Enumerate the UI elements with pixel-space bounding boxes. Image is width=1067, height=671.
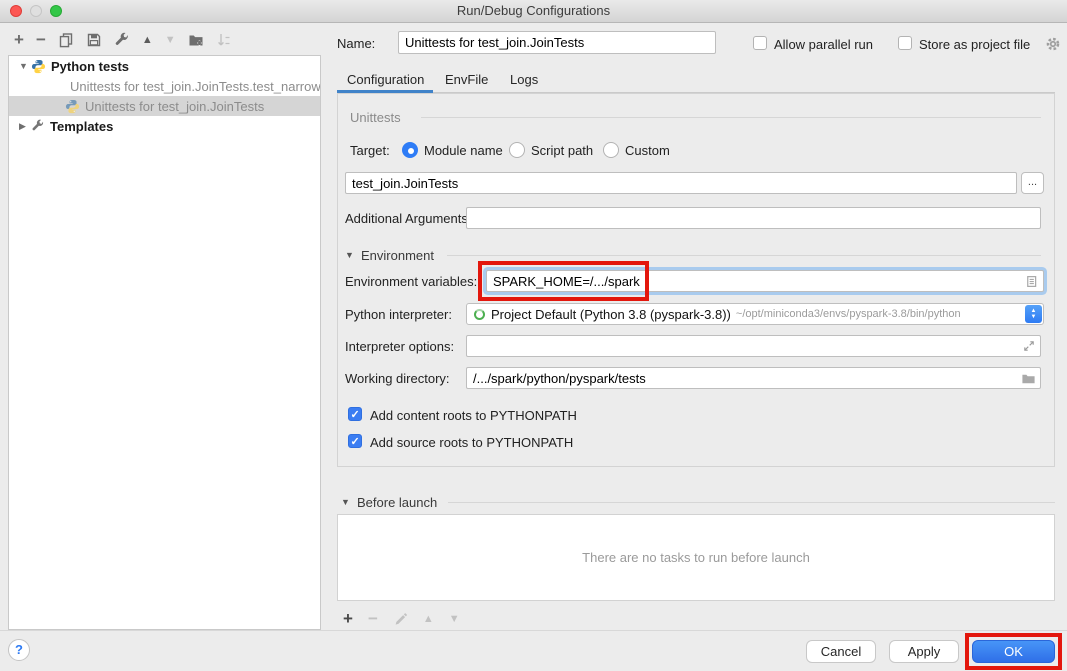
before-launch-toolbar: + − xyxy=(343,610,460,628)
additional-arguments-input[interactable] xyxy=(466,207,1041,229)
combo-spinner-icon[interactable] xyxy=(1025,305,1042,323)
tree-item-label: Python tests xyxy=(51,59,129,74)
new-folder-icon[interactable] xyxy=(188,32,204,48)
edit-task-icon xyxy=(393,612,408,627)
window-title: Run/Debug Configurations xyxy=(0,0,1067,22)
tree-item-label: Templates xyxy=(50,119,113,134)
radio-custom[interactable] xyxy=(603,142,619,158)
radio-custom-label[interactable]: Custom xyxy=(625,143,670,158)
target-label: Target: xyxy=(350,143,390,158)
tree-item-unittests-jointests[interactable]: Unittests for test_join.JoinTests xyxy=(9,96,320,116)
zoom-window-button[interactable] xyxy=(50,5,62,17)
move-task-down-icon xyxy=(449,611,460,627)
help-button[interactable]: ? xyxy=(8,639,30,661)
add-source-roots-checkbox[interactable] xyxy=(348,434,362,448)
save-configuration-icon[interactable] xyxy=(86,32,102,48)
tree-item-label: Unittests for test_join.JoinTests.test_n… xyxy=(70,79,320,94)
before-launch-title[interactable]: Before launch xyxy=(357,495,437,510)
remove-configuration-icon[interactable]: − xyxy=(36,32,46,48)
add-source-roots-label[interactable]: Add source roots to PYTHONPATH xyxy=(370,435,573,450)
move-up-icon[interactable] xyxy=(142,32,153,48)
sort-configurations-icon xyxy=(216,32,232,48)
cancel-button[interactable]: Cancel xyxy=(806,640,876,663)
edit-templates-icon[interactable] xyxy=(114,32,130,48)
edit-env-vars-icon[interactable] xyxy=(1024,274,1039,289)
no-tasks-message: There are no tasks to run before launch xyxy=(582,550,810,565)
environment-variables-label: Environment variables: xyxy=(345,274,477,289)
radio-script-path[interactable] xyxy=(509,142,525,158)
conda-environment-icon xyxy=(474,309,485,320)
environment-collapse-icon[interactable] xyxy=(345,250,354,260)
interpreter-options-label: Interpreter options: xyxy=(345,339,454,354)
help-question-icon: ? xyxy=(15,642,23,657)
minimize-window-button xyxy=(30,5,42,17)
tab-logs[interactable]: Logs xyxy=(510,72,538,87)
tab-envfile[interactable]: EnvFile xyxy=(445,72,488,87)
title-bar: Run/Debug Configurations xyxy=(0,0,1067,23)
python-interpreter-value: Project Default (Python 3.8 (pyspark-3.8… xyxy=(491,307,731,322)
collapse-arrow-icon[interactable] xyxy=(19,61,31,71)
working-directory-input[interactable] xyxy=(466,367,1041,389)
templates-wrench-icon xyxy=(31,119,45,133)
browse-module-button[interactable]: ... xyxy=(1021,172,1044,194)
name-label: Name: xyxy=(337,36,375,51)
run-debug-configurations-dialog: Run/Debug Configurations + − Python test… xyxy=(0,0,1067,671)
module-name-input[interactable] xyxy=(345,172,1017,194)
footer-divider xyxy=(0,630,1067,631)
interpreter-options-input[interactable] xyxy=(466,335,1041,357)
close-window-button[interactable] xyxy=(10,5,22,17)
tree-item-label: Unittests for test_join.JoinTests xyxy=(85,99,264,114)
apply-button[interactable]: Apply xyxy=(889,640,959,663)
python-interpreter-label: Python interpreter: xyxy=(345,307,452,322)
working-directory-label: Working directory: xyxy=(345,371,450,386)
configurations-toolbar: + − xyxy=(14,31,232,49)
section-divider xyxy=(447,255,1041,256)
allow-parallel-run-label[interactable]: Allow parallel run xyxy=(774,37,873,52)
remove-task-icon: − xyxy=(368,611,378,627)
add-content-roots-label[interactable]: Add content roots to PYTHONPATH xyxy=(370,408,577,423)
before-launch-collapse-icon[interactable] xyxy=(341,497,350,507)
environment-section-title[interactable]: Environment xyxy=(361,248,434,263)
radio-module-name[interactable] xyxy=(402,142,418,158)
store-as-project-file-checkbox[interactable] xyxy=(898,36,912,50)
python-tests-icon xyxy=(31,59,46,74)
python-test-icon xyxy=(65,99,80,114)
allow-parallel-run-checkbox[interactable] xyxy=(753,36,767,50)
unittests-section-title: Unittests xyxy=(350,110,401,125)
expand-field-icon[interactable] xyxy=(1022,339,1036,353)
tree-item-unittests-test-narrow[interactable]: Unittests for test_join.JoinTests.test_n… xyxy=(9,76,320,96)
move-down-icon xyxy=(165,32,176,48)
add-task-icon[interactable]: + xyxy=(343,611,353,627)
environment-variables-input[interactable] xyxy=(486,270,1044,292)
expand-arrow-icon[interactable] xyxy=(19,121,31,132)
tab-configuration[interactable]: Configuration xyxy=(347,72,424,87)
additional-arguments-label: Additional Arguments: xyxy=(345,211,471,226)
move-task-up-icon xyxy=(423,611,434,627)
tree-group-templates[interactable]: Templates xyxy=(9,116,320,136)
radio-script-path-label[interactable]: Script path xyxy=(531,143,593,158)
python-interpreter-select[interactable]: Project Default (Python 3.8 (pyspark-3.8… xyxy=(466,303,1044,325)
name-input[interactable] xyxy=(398,31,716,54)
before-launch-tasks-list: There are no tasks to run before launch xyxy=(337,514,1055,601)
add-configuration-icon[interactable]: + xyxy=(14,32,24,48)
browse-folder-icon[interactable] xyxy=(1021,371,1036,386)
section-divider xyxy=(421,117,1041,118)
copy-configuration-icon[interactable] xyxy=(58,32,74,48)
section-divider xyxy=(448,502,1055,503)
python-interpreter-path: ~/opt/miniconda3/envs/pyspark-3.8/bin/py… xyxy=(736,308,961,320)
tree-group-python-tests[interactable]: Python tests xyxy=(9,56,320,76)
store-as-project-file-label[interactable]: Store as project file xyxy=(919,37,1030,52)
ok-button[interactable]: OK xyxy=(972,640,1055,663)
add-content-roots-checkbox[interactable] xyxy=(348,407,362,421)
store-options-gear-icon[interactable] xyxy=(1045,36,1061,52)
radio-module-name-label[interactable]: Module name xyxy=(424,143,503,158)
configurations-tree: Python tests Unittests for test_join.Joi… xyxy=(8,55,321,630)
